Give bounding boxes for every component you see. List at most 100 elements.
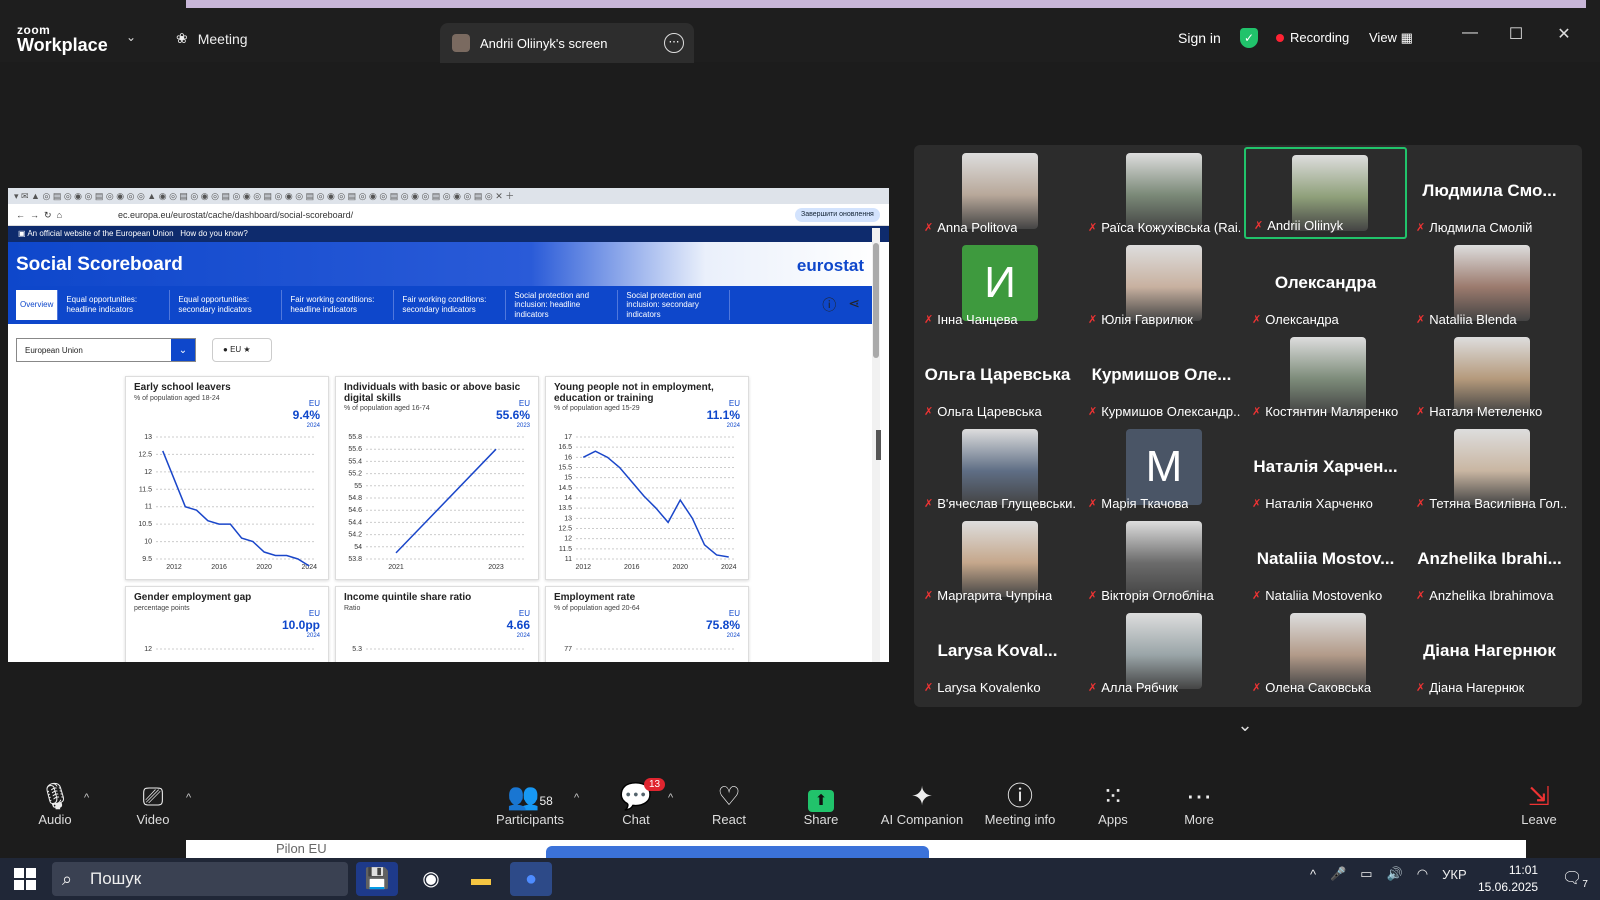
participant-tile[interactable]: ✗ Anna Politova: [916, 147, 1079, 239]
video-button[interactable]: ⎚ Video: [108, 780, 198, 827]
windows-start-icon[interactable]: [14, 868, 36, 890]
participant-tile[interactable]: Діана Нагернюк ✗ Діана Нагернюк: [1408, 607, 1571, 699]
zoom-app-icon[interactable]: ●: [510, 862, 552, 896]
browser-tab-strip[interactable]: ▾ ✉ ▲ ◎ ▤ ◎ ◉ ◎ ▤ ◎ ◉ ◎ ◎ ▲ ◉ ◎ ▤ ◎ ◉ ◎ …: [8, 188, 889, 204]
indicator-card[interactable]: Individuals with basic or above basic di…: [335, 376, 539, 580]
participant-tile[interactable]: Ольга Царевська ✗ Ольга Царевська: [916, 331, 1079, 423]
participant-tile[interactable]: M ✗ Марія Ткачова: [1080, 423, 1243, 515]
chevron-up-icon[interactable]: ^: [574, 792, 579, 804]
meeting-label: Meeting: [197, 30, 248, 47]
recording-indicator[interactable]: Recording: [1276, 30, 1349, 45]
browser-address-bar[interactable]: ← → ↻ ⌂ ec.europa.eu/eurostat/cache/dash…: [8, 204, 889, 226]
nav-item[interactable]: Equal opportunities: headline indicators: [62, 290, 171, 320]
chat-button[interactable]: 💬 13 Chat: [594, 778, 678, 827]
chrome-icon[interactable]: ◉: [410, 862, 452, 896]
region-select[interactable]: European Union ⌄: [16, 338, 196, 362]
language-indicator[interactable]: УКР: [1442, 867, 1467, 882]
nav-item[interactable]: Social protection and inclusion: seconda…: [622, 290, 731, 320]
nav-item[interactable]: Social protection and inclusion: headlin…: [510, 290, 619, 320]
app-save-icon[interactable]: 💾: [356, 862, 398, 896]
participant-tile[interactable]: Larysa Koval... ✗ Larysa Kovalenko: [916, 607, 1079, 699]
url-text[interactable]: ec.europa.eu/eurostat/cache/dashboard/so…: [118, 204, 353, 226]
forward-icon[interactable]: →: [30, 210, 39, 220]
chevron-down-icon[interactable]: ⌄: [1206, 707, 1284, 743]
nav-item[interactable]: Overview: [16, 290, 59, 320]
participant-tile[interactable]: ✗ В'ячеслав Глущевськи...: [916, 423, 1079, 515]
participant-tile[interactable]: ✗ Наталя Метеленко: [1408, 331, 1571, 423]
how-know-link[interactable]: How do you know?: [180, 229, 248, 238]
nav-item[interactable]: Equal opportunities: secondary indicator…: [174, 290, 283, 320]
participant-tile[interactable]: ✗ Nataliia Blenda: [1408, 239, 1571, 331]
chevron-up-icon[interactable]: ^: [668, 792, 673, 804]
shield-icon[interactable]: ✓: [1240, 28, 1258, 48]
participant-tile[interactable]: Anzhelika Ibrahi... ✗ Anzhelika Ibrahimova: [1408, 515, 1571, 607]
participant-tile[interactable]: ✗ Костянтин Маляренко: [1244, 331, 1407, 423]
participant-tile[interactable]: И ✗ Інна Чанцева: [916, 239, 1079, 331]
mic-icon[interactable]: 🎤: [1330, 866, 1346, 882]
share-icon[interactable]: ⋖: [848, 295, 860, 315]
participant-tile[interactable]: Олександра ✗ Олександра: [1244, 239, 1407, 331]
meeting-info-button[interactable]: ⓘ Meeting info: [972, 780, 1068, 827]
scrollbar-thumb[interactable]: [873, 243, 879, 358]
info-icon[interactable]: ⓘ: [822, 295, 836, 315]
maximize-icon[interactable]: ☐: [1504, 24, 1528, 44]
home-icon[interactable]: ⌂: [57, 210, 62, 220]
participant-tile[interactable]: ✗ Юлія Гаврилюк: [1080, 239, 1243, 331]
participant-tile[interactable]: ✗ Тетяна Василівна Гол...: [1408, 423, 1571, 515]
participant-display-name: Наталія Харчен...: [1253, 457, 1398, 476]
series-line[interactable]: [395, 448, 497, 554]
eu-filter-badge[interactable]: ● EU ★: [212, 338, 272, 362]
participant-tile[interactable]: ✗ Алла Рябчик: [1080, 607, 1243, 699]
series-line[interactable]: [162, 450, 310, 567]
volume-icon[interactable]: 🔊: [1387, 866, 1403, 882]
participant-tile[interactable]: ✗ Маргарита Чупріна: [916, 515, 1079, 607]
back-icon[interactable]: ←: [16, 210, 25, 220]
indicator-card[interactable]: Young people not in employment, educatio…: [545, 376, 749, 580]
share-button[interactable]: ⬆ Share: [776, 780, 866, 827]
participant-video: [1454, 337, 1530, 413]
chevron-up-icon[interactable]: ^: [1310, 867, 1316, 882]
sign-in-link[interactable]: Sign in: [1178, 30, 1221, 46]
participant-tile[interactable]: ✗ Олена Саковська: [1244, 607, 1407, 699]
view-button[interactable]: View ▦: [1369, 30, 1413, 46]
chevron-up-icon[interactable]: ^: [186, 792, 191, 804]
nav-item[interactable]: Fair working conditions: secondary indic…: [398, 290, 507, 320]
participants-button[interactable]: 👥58 Participants: [480, 780, 580, 827]
more-button[interactable]: ⋯ More: [1154, 780, 1244, 827]
indicator-card[interactable]: Employment rate% of population aged 20-6…: [545, 586, 749, 662]
participant-tile[interactable]: Наталія Харчен... ✗ Наталія Харченко: [1244, 423, 1407, 515]
notification-icon[interactable]: 🗨7: [1562, 868, 1588, 890]
chevron-up-icon[interactable]: ^: [84, 792, 89, 804]
screen-share-tab[interactable]: Andrii Oliinyk's screen ⋯: [440, 23, 694, 63]
x-tick-label: 2024: [301, 564, 317, 571]
participant-tile[interactable]: ✗ Вікторія Оглобліна: [1080, 515, 1243, 607]
nav-item[interactable]: Fair working conditions: headline indica…: [286, 290, 395, 320]
react-button[interactable]: ♡ React: [684, 780, 774, 827]
update-button[interactable]: Завершити оновлення: [795, 208, 880, 222]
wifi-icon[interactable]: ◠: [1417, 866, 1428, 882]
y-tick-label: 11.5: [559, 546, 572, 553]
clock[interactable]: 11:01 15.06.2025: [1478, 862, 1538, 896]
participant-tile[interactable]: Курмишов Оле... ✗ Курмишов Олександр...: [1080, 331, 1243, 423]
participant-tile[interactable]: Nataliia Mostov... ✗ Nataliia Mostovenko: [1244, 515, 1407, 607]
chevron-down-icon[interactable]: ⌄: [171, 339, 195, 361]
battery-icon[interactable]: ▭: [1360, 866, 1372, 882]
folder-icon[interactable]: ▬: [460, 862, 502, 896]
more-icon[interactable]: ⋯: [664, 33, 684, 53]
split-handle[interactable]: [876, 430, 881, 460]
reload-icon[interactable]: ↻: [44, 210, 52, 220]
participant-tile[interactable]: Людмила Смо... ✗ Людмила Смолій: [1408, 147, 1571, 239]
participant-tile[interactable]: ✗ Раїса Кожухівська (Rai...: [1080, 147, 1243, 239]
ai-companion-button[interactable]: ✦ AI Companion: [872, 780, 972, 827]
meeting-tab[interactable]: ❀ Meeting: [176, 30, 248, 47]
indicator-card[interactable]: Gender employment gap percentage points EU…: [125, 586, 329, 662]
indicator-card[interactable]: Income quintile share ratio Ratio EU 4.66 20…: [335, 586, 539, 662]
minimize-icon[interactable]: —: [1458, 24, 1482, 42]
participant-tile[interactable]: ✗ Andrii Oliinyk: [1244, 147, 1407, 239]
taskbar-search[interactable]: ⌕ Пошук: [52, 862, 348, 896]
leave-button[interactable]: ⇲ Leave: [1494, 780, 1584, 827]
close-icon[interactable]: ✕: [1552, 24, 1576, 44]
apps-button[interactable]: ⁙ Apps: [1068, 780, 1158, 827]
chevron-down-icon[interactable]: ⌄: [126, 30, 136, 44]
indicator-card[interactable]: Early school leavers% of population aged…: [125, 376, 329, 580]
